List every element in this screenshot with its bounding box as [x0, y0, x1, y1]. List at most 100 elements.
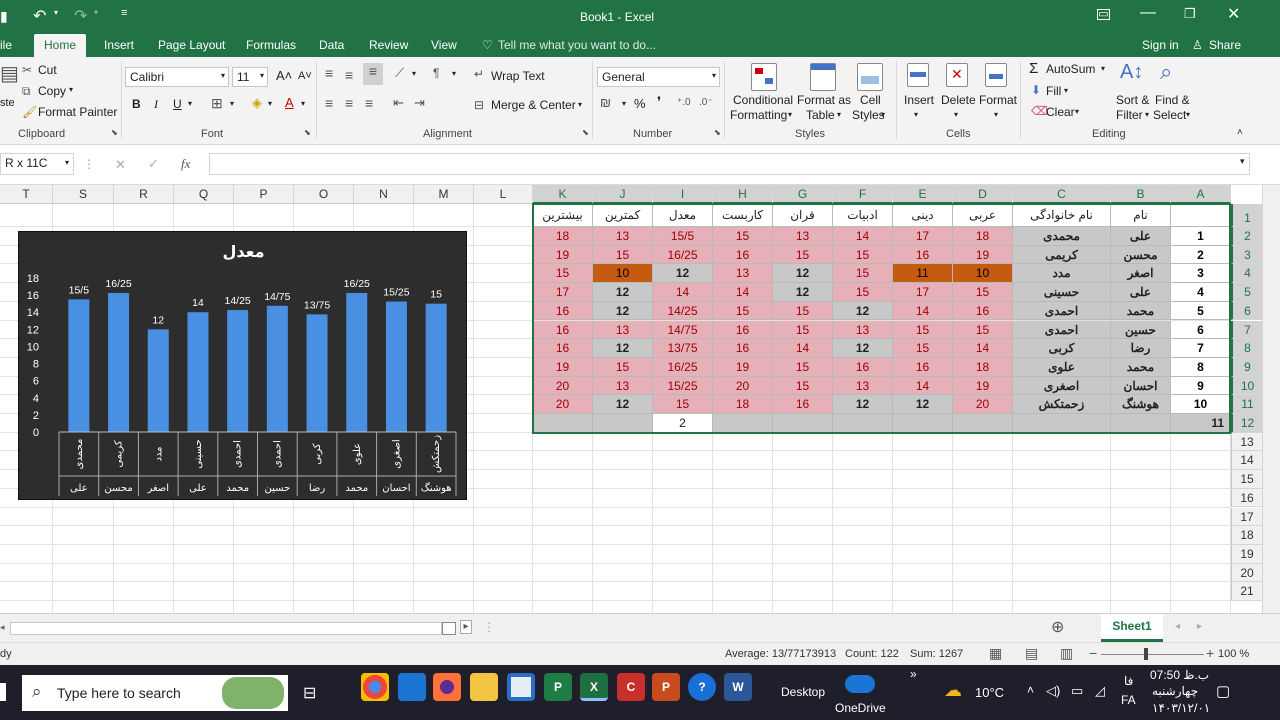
- column-header-I[interactable]: I: [653, 185, 713, 204]
- new-sheet-icon[interactable]: ⊕: [1051, 617, 1064, 637]
- scroll-right-icon[interactable]: ▸: [460, 620, 472, 634]
- table-cell[interactable]: 19: [953, 376, 1013, 396]
- page-break-view-icon[interactable]: ▥: [1060, 645, 1073, 662]
- table-header-cell[interactable]: معدل: [653, 204, 713, 227]
- clock-date[interactable]: ۱۴۰۳/۱۲/۰۱: [1152, 701, 1210, 715]
- footer-cell[interactable]: [953, 414, 1013, 433]
- table-cell[interactable]: هوشنگ: [1111, 395, 1171, 414]
- insert-button[interactable]: Insert: [904, 93, 934, 107]
- table-cell[interactable]: 20: [713, 376, 773, 396]
- table-cell[interactable]: 13: [713, 264, 773, 284]
- table-cell[interactable]: 12: [593, 395, 653, 414]
- table-cell[interactable]: 16: [713, 320, 773, 340]
- table-cell[interactable]: کربی: [1013, 339, 1111, 358]
- customize-toolbar-icon[interactable]: ≡: [121, 7, 127, 19]
- increase-font-icon[interactable]: A˄: [276, 68, 292, 83]
- clear-dropdown-icon[interactable]: ▾: [1075, 107, 1079, 116]
- taskbar-search-box[interactable]: ⌕ Type here to search: [22, 675, 288, 711]
- footer-cell[interactable]: [713, 414, 773, 433]
- app-c-icon[interactable]: C: [617, 673, 645, 701]
- delete-dropdown-icon[interactable]: ▾: [954, 110, 958, 119]
- tab-file[interactable]: ile: [0, 38, 12, 52]
- table-header-cell[interactable]: نام: [1111, 204, 1171, 227]
- table-cell[interactable]: 11: [893, 264, 953, 284]
- table-cell[interactable]: احمدی: [1013, 320, 1111, 340]
- table-cell[interactable]: 15: [593, 357, 653, 377]
- table-cell[interactable]: 20: [953, 395, 1013, 414]
- cancel-formula-icon[interactable]: ✕: [115, 157, 126, 173]
- paste-label[interactable]: ste: [0, 97, 15, 109]
- row-header-21[interactable]: 21: [1231, 582, 1262, 601]
- collapse-ribbon-icon[interactable]: ˄: [1237, 127, 1243, 138]
- row-number-cell[interactable]: 10: [1171, 395, 1231, 414]
- tab-review[interactable]: Review: [369, 38, 408, 52]
- column-header-D[interactable]: D: [953, 185, 1013, 204]
- column-header-E[interactable]: E: [893, 185, 953, 204]
- table-cell[interactable]: حسینی: [1013, 283, 1111, 302]
- horizontal-scrollbar[interactable]: [10, 622, 442, 635]
- chrome-icon[interactable]: [361, 673, 389, 701]
- decrease-font-icon[interactable]: A˅: [298, 70, 312, 82]
- horizontal-scrollbar-thumb[interactable]: [442, 622, 456, 635]
- footer-cell[interactable]: [593, 414, 653, 433]
- footer-cell[interactable]: [773, 414, 833, 433]
- table-header-cell[interactable]: [1171, 204, 1231, 227]
- wrap-text-button[interactable]: Wrap Text: [491, 69, 545, 83]
- table-cell[interactable]: 12: [893, 395, 953, 414]
- row-header-2[interactable]: 2: [1231, 227, 1262, 246]
- table-cell[interactable]: 15: [713, 227, 773, 246]
- clear-button[interactable]: Clear: [1046, 105, 1075, 119]
- desktop-toolbar[interactable]: Desktop: [781, 685, 825, 699]
- accounting-dropdown-icon[interactable]: ▾: [622, 99, 626, 108]
- tab-home[interactable]: Home: [34, 34, 87, 57]
- comma-icon[interactable]: ❜: [657, 94, 661, 110]
- row-number-cell[interactable]: 9: [1171, 376, 1231, 396]
- footer-cell[interactable]: [893, 414, 953, 433]
- row-header-15[interactable]: 15: [1231, 470, 1262, 489]
- clock-day[interactable]: چهارشنبه: [1152, 684, 1198, 698]
- input-lang-fa[interactable]: فا: [1124, 674, 1133, 688]
- table-cell[interactable]: 14: [953, 339, 1013, 358]
- cut-button[interactable]: Cut: [38, 63, 57, 77]
- table-cell[interactable]: 18: [713, 395, 773, 414]
- table-cell[interactable]: 15/25: [653, 376, 713, 396]
- accounting-format-icon[interactable]: ₪: [600, 95, 611, 110]
- tell-me-box[interactable]: Tell me what you want to do...: [498, 38, 656, 52]
- tab-page-layout[interactable]: Page Layout: [158, 38, 225, 52]
- tray-chevron-icon[interactable]: ˄: [1027, 683, 1034, 697]
- orientation-dropdown-icon[interactable]: ▾: [412, 69, 416, 78]
- row-number-cell[interactable]: 2: [1171, 245, 1231, 265]
- table-cell[interactable]: 19: [533, 357, 593, 377]
- row-header-3[interactable]: 3: [1231, 245, 1262, 265]
- share-button[interactable]: Share: [1209, 38, 1241, 52]
- table-cell[interactable]: احمدی: [1013, 301, 1111, 321]
- table-cell[interactable]: 15: [953, 320, 1013, 340]
- decrease-decimal-icon[interactable]: .0⁻: [699, 97, 713, 108]
- column-header-N[interactable]: N: [354, 185, 414, 204]
- tab-formulas[interactable]: Formulas: [246, 38, 296, 52]
- tab-view[interactable]: View: [431, 38, 457, 52]
- mail-icon[interactable]: [398, 673, 426, 701]
- table-header-cell[interactable]: قران: [773, 204, 833, 227]
- tab-insert[interactable]: Insert: [104, 38, 134, 52]
- conditional-formatting-sub[interactable]: Formatting: [730, 108, 787, 122]
- row-number-cell[interactable]: 4: [1171, 283, 1231, 302]
- table-cell[interactable]: 15: [773, 245, 833, 265]
- table-cell[interactable]: 13: [593, 227, 653, 246]
- table-cell[interactable]: 14: [893, 301, 953, 321]
- find-dropdown-icon[interactable]: ▾: [1186, 110, 1190, 119]
- page-layout-view-icon[interactable]: ▤: [1025, 645, 1038, 662]
- chevrons-icon[interactable]: »: [910, 667, 917, 681]
- enter-formula-icon[interactable]: ✓: [148, 156, 159, 172]
- row-header-13[interactable]: 13: [1231, 432, 1262, 452]
- sort-filter-label[interactable]: Sort &: [1116, 93, 1149, 107]
- table-cell[interactable]: 16: [893, 245, 953, 265]
- row-header-9[interactable]: 9: [1231, 357, 1262, 377]
- table-cell[interactable]: 19: [713, 357, 773, 377]
- format-table-dropdown-icon[interactable]: ▾: [837, 110, 841, 119]
- column-header-Q[interactable]: Q: [174, 185, 234, 204]
- table-cell[interactable]: 15: [593, 245, 653, 265]
- row-header-5[interactable]: 5: [1231, 283, 1262, 302]
- italic-button[interactable]: I: [154, 97, 158, 112]
- row-number-cell[interactable]: 6: [1171, 320, 1231, 340]
